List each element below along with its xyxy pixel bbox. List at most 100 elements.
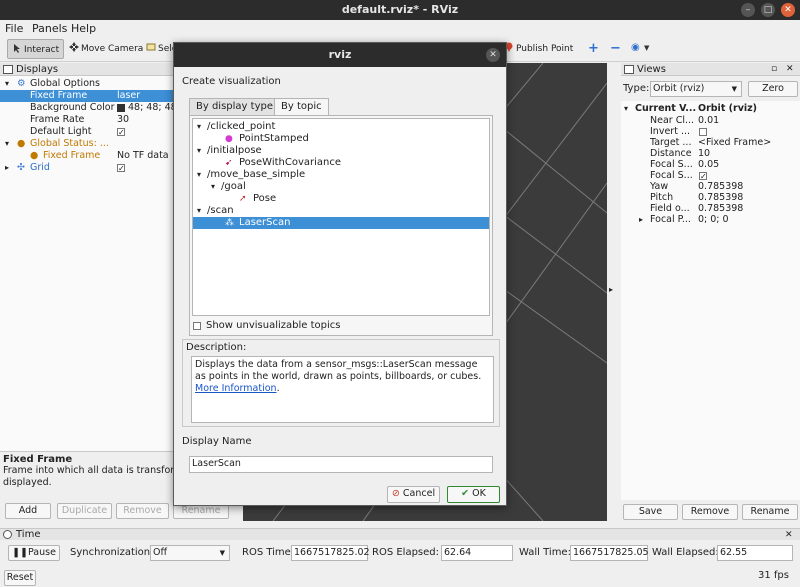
display-name-input[interactable]: LaserScan — [189, 456, 493, 473]
menu-file[interactable]: File — [5, 22, 23, 35]
wall-elapsed-field[interactable]: 62.55 — [717, 545, 793, 561]
save-view-button[interactable]: Save — [623, 504, 678, 520]
cancel-button[interactable]: ⊘ Cancel — [387, 486, 440, 503]
reset-button[interactable]: Reset — [4, 570, 36, 586]
expand-icon[interactable]: ▾ — [211, 181, 215, 193]
move-camera-tool[interactable]: Move Camera — [65, 39, 147, 59]
close-icon[interactable]: ✕ — [486, 48, 500, 62]
menu-help[interactable]: Help — [71, 22, 96, 35]
topic-row[interactable]: ▾ /clicked_point — [193, 121, 489, 133]
chevron-right-icon[interactable]: ▸ — [609, 285, 613, 294]
default-light-checkbox[interactable]: ✓ — [117, 128, 125, 137]
gear-icon: ⚙ — [17, 78, 26, 89]
remove-view-button[interactable]: Remove — [682, 504, 738, 520]
expand-icon[interactable]: ▾ — [5, 138, 9, 150]
expand-icon[interactable]: ▾ — [197, 145, 201, 157]
add-button[interactable]: Add — [5, 503, 51, 519]
tab-panel: ▾ /clicked_point ● PointStamped ▾ /initialpos… — [189, 115, 493, 336]
description-label: Description: — [186, 342, 247, 353]
topic-label: /move_base_simple — [207, 169, 306, 180]
collapse-icon[interactable]: ▸ — [639, 214, 643, 226]
expand-icon[interactable]: ▾ — [197, 121, 201, 133]
status-value: No TF data — [117, 150, 169, 161]
display-type-label: Pose — [253, 193, 277, 204]
close-icon[interactable]: ✕ — [786, 63, 794, 76]
ok-label: OK — [472, 488, 486, 499]
dialog-title: rviz — [328, 48, 352, 61]
display-type-row[interactable]: ➹ PoseWithCovariance — [193, 157, 489, 169]
view-label: Focal P... — [650, 214, 691, 225]
time-title: Time — [16, 529, 41, 540]
display-type-row[interactable]: ⁂ LaserScan — [193, 217, 489, 229]
fixed-frame-value[interactable]: laser — [117, 90, 140, 102]
ros-elapsed-label: ROS Elapsed: — [372, 547, 439, 558]
splitter[interactable]: ▸ — [607, 63, 621, 521]
eye-icon[interactable]: ◉ — [631, 42, 640, 53]
ros-time-field[interactable]: 1667517825.02 — [291, 545, 370, 561]
ros-time-label: ROS Time: — [242, 547, 295, 558]
view-value: Orbit (rviz) — [698, 103, 758, 114]
grid-checkbox[interactable]: ✓ — [117, 164, 125, 173]
tab-by-topic[interactable]: By topic — [274, 98, 329, 115]
dialog-heading: Create visualization — [182, 76, 281, 87]
pause-button[interactable]: ❚❚Pause — [8, 545, 60, 561]
period: . — [276, 383, 280, 394]
chevron-down-icon: ▼ — [731, 85, 737, 93]
view-label: Current V... — [635, 103, 697, 114]
monitor-icon — [3, 65, 13, 74]
close-icon[interactable]: ✕ — [785, 529, 793, 541]
expand-icon[interactable]: ▾ — [624, 103, 628, 115]
display-type-row[interactable]: ➚ Pose — [193, 193, 489, 205]
views-tree[interactable]: ▾ Current V... Orbit (rviz) Near Cl... 0.… — [621, 101, 800, 500]
zero-button[interactable]: Zero — [748, 81, 798, 97]
minus-icon[interactable]: − — [610, 41, 621, 56]
remove-button[interactable]: Remove — [116, 503, 169, 519]
invert-checkbox[interactable] — [699, 128, 707, 136]
cursor-icon — [14, 44, 20, 53]
wall-time-field[interactable]: 1667517825.05 — [570, 545, 649, 561]
focal-shape-checkbox[interactable]: ✓ — [699, 172, 707, 181]
show-unvisualizable-label[interactable]: Show unvisualizable topics — [206, 319, 340, 333]
interact-tool[interactable]: Interact — [7, 39, 65, 59]
pose-covariance-icon: ➹ — [225, 158, 233, 168]
view-type-select[interactable]: Orbit (rviz) ▼ — [650, 81, 742, 97]
view-value[interactable]: 0; 0; 0 — [698, 214, 729, 226]
frame-rate-value[interactable]: 30 — [117, 114, 129, 126]
undock-icon[interactable]: ▫ — [771, 63, 777, 76]
ok-icon: ✔ — [461, 488, 470, 499]
tab-by-display-type[interactable]: By display type — [189, 98, 280, 115]
menu-panels[interactable]: Panels — [32, 22, 67, 35]
expand-icon[interactable]: ▾ — [197, 169, 201, 181]
topic-tree[interactable]: ▾ /clicked_point ● PointStamped ▾ /initialpos… — [192, 118, 490, 316]
rename-view-button[interactable]: Rename — [742, 504, 798, 520]
chevron-down-icon[interactable]: ▼ — [644, 44, 649, 52]
show-unvisualizable-checkbox[interactable] — [193, 322, 201, 330]
view-row[interactable]: ▸ Focal P... 0; 0; 0 — [621, 214, 800, 226]
display-type-row[interactable]: ● PointStamped — [193, 133, 489, 145]
expand-icon[interactable]: ▾ — [197, 205, 201, 217]
collapse-icon[interactable]: ▸ — [5, 162, 9, 174]
more-information-link[interactable]: More Information — [195, 383, 277, 394]
topic-row[interactable]: ▾ /goal — [193, 181, 489, 193]
cancel-icon: ⊘ — [391, 488, 400, 499]
view-row-current[interactable]: ▾ Current V... Orbit (rviz) — [621, 103, 800, 115]
display-name-label: Display Name — [182, 436, 252, 447]
topic-row[interactable]: ▾ /move_base_simple — [193, 169, 489, 181]
dialog-titlebar: rviz ✕ — [174, 43, 506, 67]
ros-elapsed-field[interactable]: 62.64 — [441, 545, 513, 561]
tree-label: Grid — [30, 162, 50, 173]
select-icon — [146, 43, 156, 51]
plus-icon[interactable]: + — [588, 41, 599, 56]
close-icon[interactable]: ✕ — [781, 3, 795, 17]
topic-label: /clicked_point — [207, 121, 276, 132]
topic-row[interactable]: ▾ /initialpose — [193, 145, 489, 157]
minimize-icon[interactable]: – — [741, 3, 755, 17]
publish-point-tool[interactable]: Publish Point — [500, 39, 577, 59]
duplicate-button[interactable]: Duplicate — [57, 503, 112, 519]
topic-row[interactable]: ▾ /scan — [193, 205, 489, 217]
background-color-value[interactable]: 48; 48; 48 — [128, 102, 177, 114]
expand-icon[interactable]: ▾ — [5, 78, 9, 90]
sync-select[interactable]: Off ▼ — [150, 545, 230, 561]
ok-button[interactable]: ✔ OK — [447, 486, 500, 503]
maximize-icon[interactable]: □ — [761, 3, 775, 17]
